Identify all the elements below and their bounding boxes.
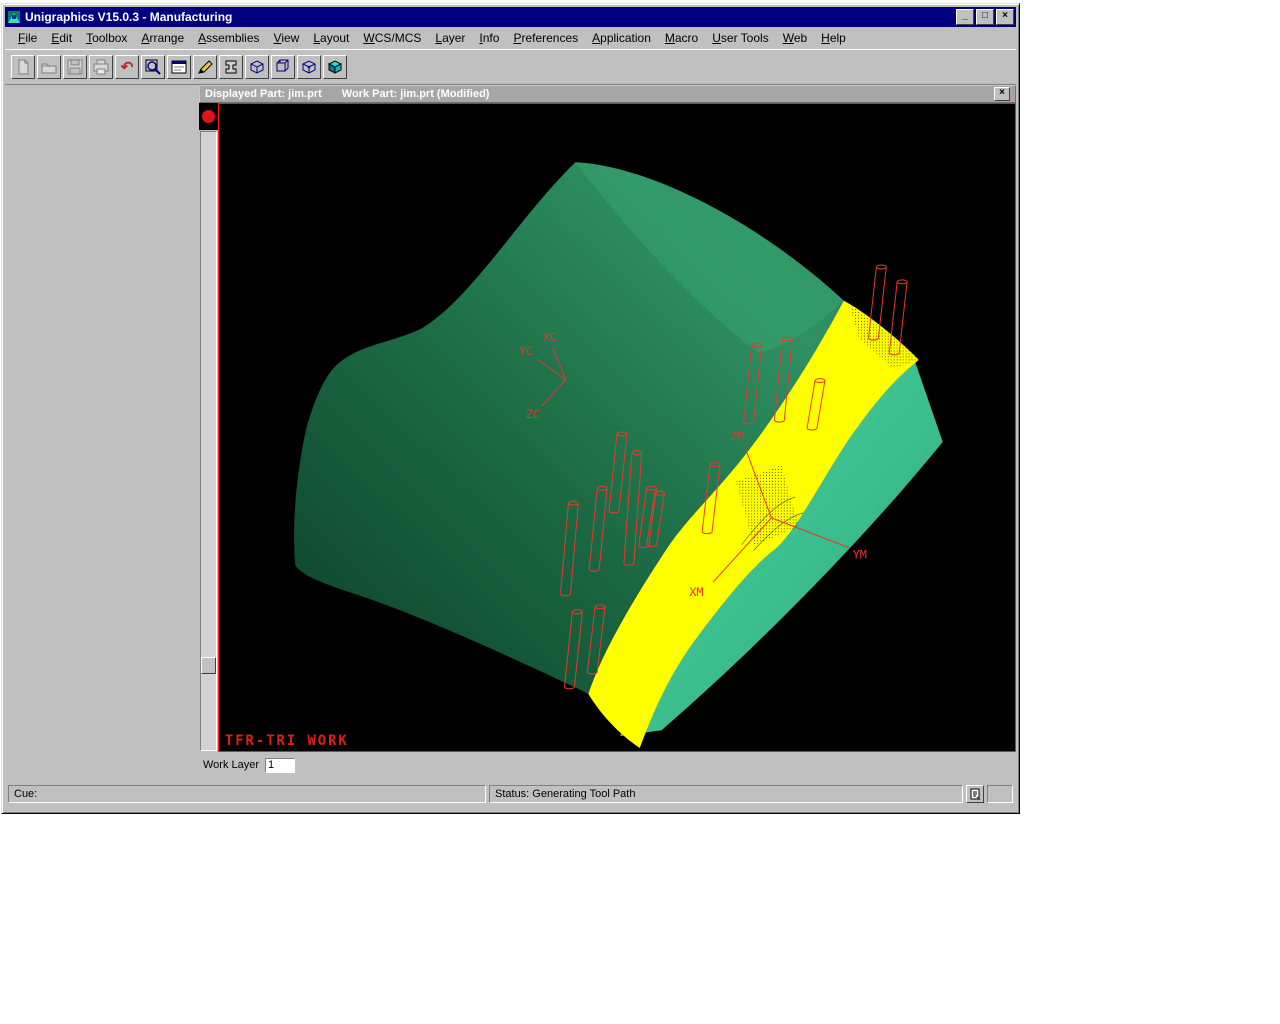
graphics-window: Displayed Part: jim.prt Work Part: jim.p… [199, 85, 1016, 778]
mcs-zm-label: ZM [730, 429, 744, 443]
wcs-zc-label: ZC [526, 407, 540, 421]
wcs-xc-label: XC [543, 330, 557, 344]
snap-view-button[interactable] [219, 55, 243, 79]
wcs-yc-label: YC [519, 344, 533, 358]
listing-window-button[interactable] [966, 785, 984, 803]
wireframe-cube-icon [300, 58, 318, 76]
work-layer-row: Work Layer [199, 752, 1016, 778]
work-part-label: Work Part: jim.prt (Modified) [342, 88, 490, 100]
main-content: Displayed Part: jim.prt Work Part: jim.p… [5, 85, 1016, 778]
mcs-ym-label: YM [853, 547, 867, 561]
menu-application[interactable]: Application [585, 28, 658, 48]
close-button[interactable]: × [996, 9, 1014, 25]
undo-icon: ↶ [121, 60, 134, 75]
menu-layout[interactable]: Layout [306, 28, 356, 48]
displayed-part-label: Displayed Part: jim.prt [205, 88, 322, 100]
print-button[interactable] [89, 55, 113, 79]
shaded-cube-icon [326, 58, 344, 76]
maximize-button[interactable]: □ [976, 9, 994, 25]
new-part-button[interactable] [11, 55, 35, 79]
menu-web[interactable]: Web [776, 28, 814, 48]
menu-toolbox[interactable]: Toolbox [79, 28, 134, 48]
wireframe-cube-icon [274, 58, 292, 76]
view-cube-2-button[interactable] [271, 55, 295, 79]
save-part-button[interactable] [63, 55, 87, 79]
zoom-icon [144, 58, 162, 76]
work-layer-label: Work Layer [203, 759, 259, 771]
print-icon [92, 58, 110, 76]
view-cube-1-button[interactable] [245, 55, 269, 79]
open-part-button[interactable] [37, 55, 61, 79]
menu-layer[interactable]: Layer [428, 28, 472, 48]
document-icon [969, 788, 981, 800]
view-side-strip [199, 103, 218, 752]
view-status-text: TFR-TRI WORK [225, 733, 349, 749]
zoom-view-button[interactable] [141, 55, 165, 79]
work-layer-input[interactable] [265, 758, 295, 773]
tool-dialog-area [5, 85, 199, 778]
statusbar-spacer [987, 785, 1013, 803]
open-icon [40, 58, 58, 76]
interrupt-button[interactable] [199, 103, 218, 130]
menu-macro[interactable]: Macro [658, 28, 705, 48]
wireframe-cube-icon [248, 58, 266, 76]
title-bar[interactable]: Unigraphics V15.0.3 - Manufacturing _ □ … [5, 7, 1016, 27]
toolbar: ↶ [5, 49, 1016, 85]
window-refresh-icon [170, 58, 188, 76]
menu-file[interactable]: File [11, 28, 44, 48]
graphics-body: XC YC ZC ZM YM XM TFR-TRI WORK [199, 103, 1016, 752]
vertical-scrollbar[interactable] [200, 131, 217, 751]
menu-user-tools[interactable]: User Tools [705, 28, 775, 48]
new-icon [14, 58, 32, 76]
graphics-viewport[interactable]: XC YC ZC ZM YM XM TFR-TRI WORK [218, 103, 1016, 752]
menu-view[interactable]: View [267, 28, 307, 48]
menu-info[interactable]: Info [472, 28, 506, 48]
menu-edit[interactable]: Edit [44, 28, 79, 48]
shaded-view-button[interactable] [323, 55, 347, 79]
view-cube-3-button[interactable] [297, 55, 321, 79]
menu-preferences[interactable]: Preferences [506, 28, 585, 48]
menu-assemblies[interactable]: Assemblies [191, 28, 266, 48]
interrupt-stop-icon [202, 110, 215, 123]
cue-field: Cue: [8, 785, 486, 803]
unigraphics-logo-icon [7, 10, 21, 24]
drafting-button[interactable] [193, 55, 217, 79]
refresh-view-button[interactable] [167, 55, 191, 79]
clamp-icon [222, 58, 240, 76]
desktop: { "window": { "title": "Unigraphics V15.… [0, 0, 1280, 1024]
window-title: Unigraphics V15.0.3 - Manufacturing [25, 10, 954, 24]
3d-scene: XC YC ZC ZM YM XM TFR-TRI WORK [219, 104, 1015, 751]
pencil-icon [196, 58, 214, 76]
menu-help[interactable]: Help [814, 28, 853, 48]
app-window: Unigraphics V15.0.3 - Manufacturing _ □ … [1, 3, 1020, 814]
status-bar: Cue: Status: Generating Tool Path [5, 778, 1016, 810]
menu-bar: File Edit Toolbox Arrange Assemblies Vie… [5, 27, 1016, 49]
minimize-button[interactable]: _ [956, 9, 974, 25]
graphics-window-close-button[interactable]: × [994, 87, 1010, 101]
menu-arrange[interactable]: Arrange [134, 28, 191, 48]
mcs-xm-label: XM [689, 585, 703, 599]
graphics-window-titlebar[interactable]: Displayed Part: jim.prt Work Part: jim.p… [199, 85, 1016, 103]
save-icon [66, 58, 84, 76]
scrollbar-thumb[interactable] [201, 657, 216, 674]
menu-wcs-mcs[interactable]: WCS/MCS [356, 28, 428, 48]
undo-button[interactable]: ↶ [115, 55, 139, 79]
status-field: Status: Generating Tool Path [489, 785, 963, 803]
